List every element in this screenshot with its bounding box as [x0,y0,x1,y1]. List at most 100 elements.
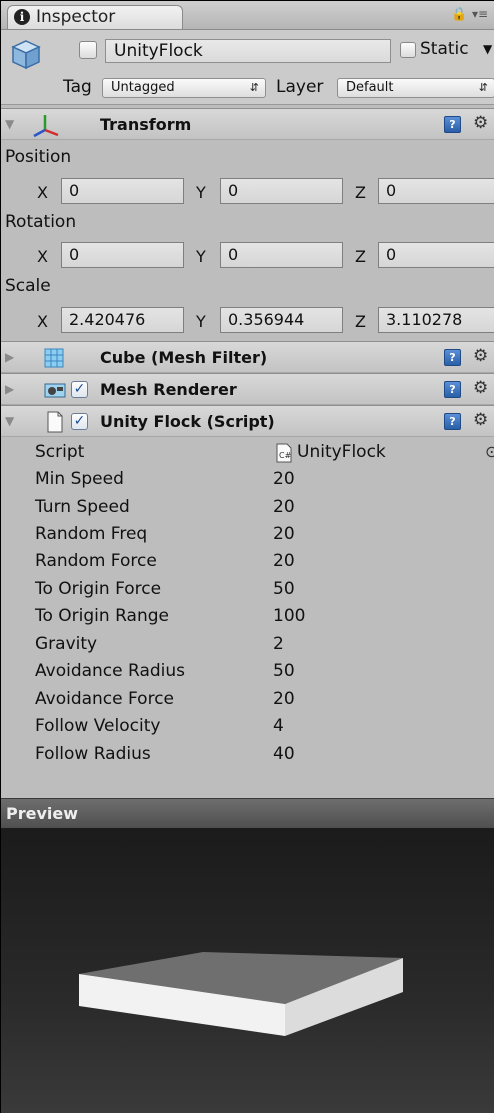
scale-x-label: X [37,312,48,331]
mesh-renderer-header[interactable]: ▶ ✓ Mesh Renderer ? ⚙ [1,373,494,405]
property-label: Gravity [35,634,98,654]
object-picker-icon[interactable]: ⊙ [485,442,494,461]
property-value[interactable]: 100 [273,606,305,626]
mesh-filter-icon [44,348,64,368]
foldout-closed-icon[interactable]: ▶ [5,382,14,396]
position-x-field[interactable]: 0 [61,178,184,204]
scale-x-field[interactable]: 2.420476 [61,307,184,333]
tab-bar: i Inspector 🔒 ▾≡ [1,1,494,30]
transform-axis-icon [33,115,59,138]
gear-icon[interactable]: ⚙ [473,113,488,133]
script-enabled-checkbox[interactable]: ✓ [71,413,88,430]
property-label: Min Speed [35,469,124,489]
property-label: To Origin Force [35,579,162,599]
position-z-label: Z [355,183,366,202]
mesh-renderer-enabled-checkbox[interactable]: ✓ [71,381,88,398]
tab-inspector[interactable]: i Inspector [7,5,183,29]
gear-icon[interactable]: ⚙ [473,410,488,430]
rotation-z-field[interactable]: 0 [378,242,494,268]
help-icon[interactable]: ? [444,381,461,398]
gameobject-cube-icon [11,40,41,70]
static-checkbox[interactable] [400,42,416,58]
property-label: Random Freq [35,524,148,544]
tab-menu-icon[interactable]: ▾≡ [472,7,488,21]
rotation-label: Rotation [5,212,77,232]
property-label: Random Force [35,551,157,571]
preview-title: Preview [6,804,79,823]
lock-icon[interactable]: 🔒 [451,7,467,22]
preview-viewport[interactable] [1,828,494,1113]
static-label: Static [420,39,469,59]
gear-icon[interactable]: ⚙ [473,378,488,398]
foldout-open-icon[interactable]: ▼ [5,117,14,131]
property-value[interactable]: 20 [273,469,295,489]
transform-header[interactable]: ▼ Transform ? ⚙ [1,108,494,140]
help-icon[interactable]: ? [444,349,461,366]
scale-z-field[interactable]: 3.110278 [378,307,494,333]
help-icon[interactable]: ? [444,116,461,133]
mesh-renderer-icon [44,383,66,398]
object-header: UnityFlock Static ▼ Tag Untagged ⇵ Layer… [1,30,494,105]
inspector-window: i Inspector 🔒 ▾≡ UnityFlock Static ▼ Tag… [0,0,494,1113]
property-value[interactable]: 2 [273,634,284,654]
property-value[interactable]: 50 [273,579,295,599]
script-reference-field[interactable]: UnityFlock [297,442,386,462]
foldout-closed-icon[interactable]: ▶ [5,350,14,364]
mesh-filter-header[interactable]: ▶ Cube (Mesh Filter) ? ⚙ [1,341,494,373]
script-component-title: Unity Flock (Script) [100,412,275,431]
property-value[interactable]: 4 [273,716,284,736]
property-label: To Origin Range [35,606,169,626]
rotation-y-label: Y [196,247,206,266]
position-label: Position [5,147,72,167]
property-value[interactable]: 50 [273,661,295,681]
csharp-script-icon: C# [276,443,292,463]
property-label: Script [35,442,85,462]
position-y-field[interactable]: 0 [220,178,343,204]
tag-dropdown[interactable]: Untagged ⇵ [102,78,266,98]
rotation-x-label: X [37,247,48,266]
position-y-label: Y [196,183,206,202]
transform-title: Transform [100,115,192,134]
position-z-field[interactable]: 0 [378,178,494,204]
gear-icon[interactable]: ⚙ [473,346,488,366]
script-component-header[interactable]: ▼ ✓ Unity Flock (Script) ? ⚙ [1,405,494,437]
active-checkbox[interactable] [79,41,97,59]
layer-value: Default [346,80,394,95]
property-label: Turn Speed [35,497,130,517]
rotation-z-label: Z [355,247,366,266]
position-x-label: X [37,183,48,202]
object-name-field[interactable]: UnityFlock [105,39,391,63]
tag-label: Tag [63,77,92,97]
help-icon[interactable]: ? [444,413,461,430]
mesh-filter-title: Cube (Mesh Filter) [100,348,268,367]
scale-y-field[interactable]: 0.356944 [220,307,343,333]
preview-header[interactable]: Preview [1,798,494,829]
tag-value: Untagged [111,80,175,95]
info-icon: i [14,9,30,25]
static-dropdown-icon[interactable]: ▼ [483,42,492,56]
property-label: Follow Radius [35,744,151,764]
layer-dropdown[interactable]: Default ⇵ [337,78,494,98]
preview-cube-render [79,952,403,1036]
property-label: Avoidance Force [35,689,175,709]
updown-arrow-icon: ⇵ [249,81,259,94]
mesh-renderer-title: Mesh Renderer [100,380,237,399]
foldout-open-icon[interactable]: ▼ [5,414,14,428]
updown-arrow-icon: ⇵ [478,81,488,94]
scale-z-label: Z [355,312,366,331]
rotation-x-field[interactable]: 0 [61,242,184,268]
script-file-icon [47,411,63,433]
svg-text:C#: C# [279,451,292,460]
property-value[interactable]: 40 [273,744,295,764]
property-value[interactable]: 20 [273,551,295,571]
property-value[interactable]: 20 [273,689,295,709]
scale-y-label: Y [196,312,206,331]
rotation-y-field[interactable]: 0 [220,242,343,268]
property-label: Avoidance Radius [35,661,186,681]
property-label: Follow Velocity [35,716,161,736]
scale-label: Scale [5,276,51,296]
property-value[interactable]: 20 [273,524,295,544]
tab-label: Inspector [36,7,116,27]
property-value[interactable]: 20 [273,497,295,517]
layer-label: Layer [276,77,324,97]
